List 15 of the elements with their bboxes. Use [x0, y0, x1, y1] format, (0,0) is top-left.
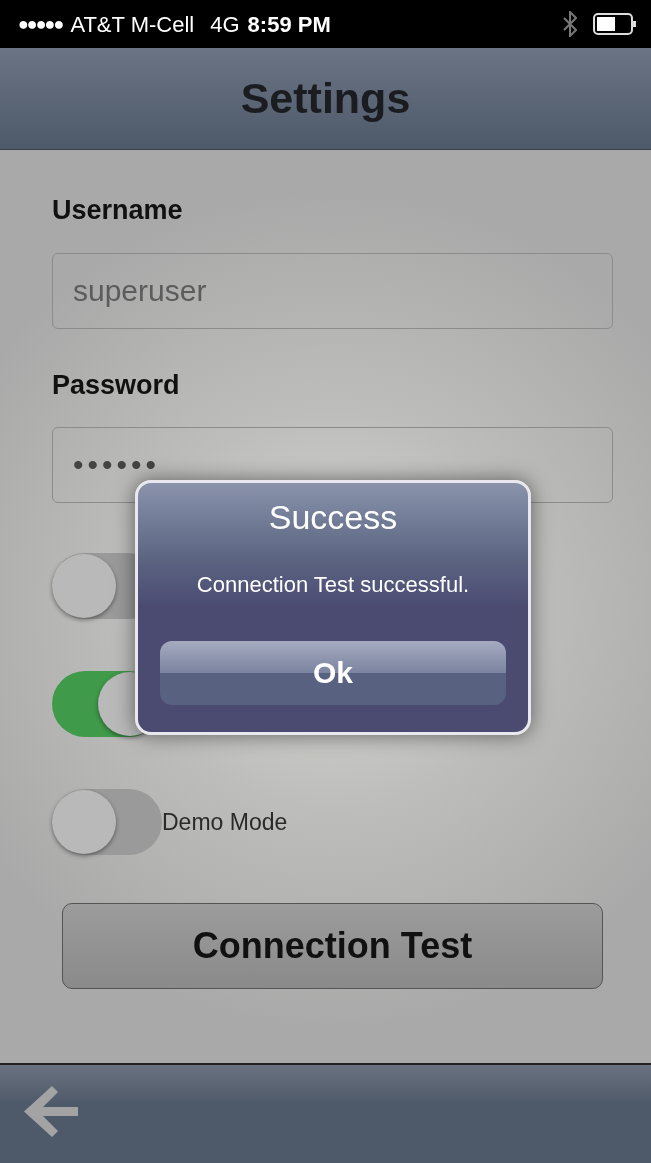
toggle-label: Demo Mode	[162, 807, 288, 837]
network-type: 4G	[210, 10, 240, 39]
toggle-switch[interactable]	[52, 789, 162, 855]
ok-button[interactable]: Ok	[160, 640, 506, 705]
clock-time: 8:59 PM	[247, 10, 331, 39]
connection-test-button[interactable]: Connection Test	[62, 903, 603, 989]
page-title: Settings	[240, 72, 411, 124]
dialog-message: Connection Test successful.	[195, 570, 471, 599]
field-label: Password	[52, 368, 181, 402]
signal-strength-dots: ●●●●●	[18, 12, 63, 36]
field-label: Username	[52, 194, 184, 227]
carrier-name: AT&T M-Cell	[70, 10, 195, 39]
input-field[interactable]: ••••••	[52, 427, 613, 503]
bluetooth-icon	[563, 11, 577, 37]
battery-icon	[593, 13, 637, 35]
